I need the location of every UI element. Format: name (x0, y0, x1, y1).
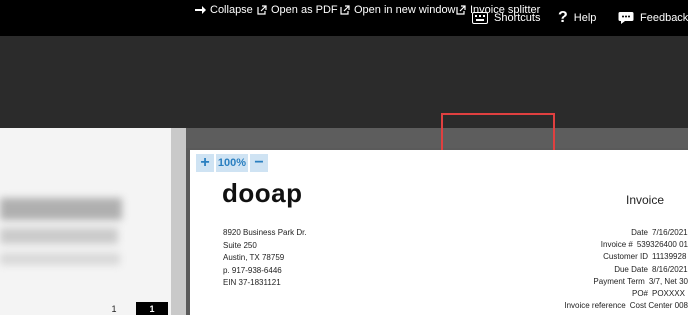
detail-value: 8/16/2021 (652, 264, 688, 274)
open-in-new-window-button[interactable]: Open in new window (340, 0, 456, 20)
company-logo: dooap (222, 178, 303, 208)
invoice-details: Date 7/16/2021 Invoice #539326400 01 Cust… (520, 227, 688, 312)
zoom-level[interactable]: 100% (216, 154, 248, 172)
detail-row: Invoice #539326400 01 (520, 239, 688, 251)
detail-value: 7/16/2021 (652, 228, 688, 237)
detail-label: Due Date (614, 264, 648, 274)
question-icon: ? (558, 9, 568, 26)
detail-label: Date (631, 228, 648, 237)
detail-row: Date 7/16/2021 (520, 227, 688, 239)
ein: EIN 37-1831121 (223, 278, 281, 287)
external-link-icon (340, 5, 350, 15)
feedback-button[interactable]: Feedback (618, 0, 688, 36)
feedback-label: Feedback (640, 12, 688, 24)
left-panel (0, 128, 172, 315)
chat-bubble-icon (618, 12, 634, 24)
detail-label: Invoice reference (564, 301, 626, 311)
detail-value: Cost Center 008 (629, 301, 688, 311)
address-line: Austin, TX 78759 (223, 253, 285, 262)
open-as-pdf-button[interactable]: Open as PDF (257, 0, 338, 20)
detail-label: PO# (631, 289, 648, 299)
detail-label: Invoice # (600, 240, 633, 250)
invoice-splitter-label: Invoice splitter (470, 4, 541, 16)
detail-value: POXXXX (652, 289, 685, 299)
page-indicator[interactable]: 1 (136, 302, 168, 315)
detail-value: 11139928 (652, 252, 687, 262)
blurred-content (0, 253, 120, 265)
detail-row: Due Date 8/16/2021 (520, 264, 688, 276)
zoom-in-button[interactable]: + (196, 154, 214, 172)
detail-value: 539326400 01 (636, 240, 688, 250)
blurred-content (0, 198, 122, 220)
panel-divider[interactable] (171, 128, 186, 315)
blurred-content (0, 228, 118, 244)
company-address: 8920 Business Park Dr. Suite 250 Austin,… (223, 227, 307, 290)
header-area (0, 36, 688, 128)
detail-row: Customer ID 11139928 (520, 251, 688, 263)
invoice-title: Invoice (626, 193, 665, 207)
external-link-icon (456, 5, 466, 15)
detail-row: Payment Term 3/7, Net 30 (520, 276, 688, 288)
address-line: Suite 250 (223, 240, 257, 250)
detail-label: Payment Term (593, 276, 645, 286)
external-link-icon (257, 5, 267, 15)
invoice-splitter-button[interactable]: Invoice splitter (456, 0, 540, 20)
help-label: Help (573, 12, 597, 24)
open-in-new-window-label: Open in new window (354, 4, 456, 16)
detail-label: Customer ID (603, 252, 648, 262)
collapse-label: Collapse (210, 4, 253, 16)
detail-row: PO# POXXXX (520, 288, 688, 300)
detail-value: 3/7, Net 30 (648, 276, 688, 286)
open-as-pdf-label: Open as PDF (271, 4, 338, 16)
address-line: 8920 Business Park Dr. (223, 228, 307, 237)
viewer-toolbar (186, 128, 688, 148)
collapse-button[interactable]: Collapse (195, 0, 253, 20)
detail-row: Invoice reference Cost Center 008 (520, 300, 688, 312)
phone: p. 917-938-6446 (223, 265, 282, 275)
help-button[interactable]: ? Help (558, 0, 596, 36)
zoom-out-button[interactable]: − (250, 154, 268, 172)
page-number: 1 (111, 303, 117, 314)
arrow-right-icon (195, 6, 206, 14)
